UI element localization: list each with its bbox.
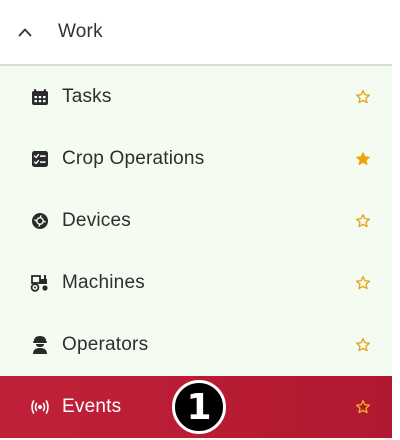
navigation-panel: Work Tasks Crop Operations Devices Machi…	[0, 0, 392, 440]
checklist-icon	[30, 149, 50, 169]
menu-item-label: Events	[62, 396, 122, 417]
menu-item-label: Tasks	[62, 86, 112, 107]
menu-item-events[interactable]: Events 1	[0, 376, 392, 438]
star-outline-icon[interactable]	[355, 275, 371, 291]
menu-item-label: Devices	[62, 210, 131, 231]
device-icon	[30, 211, 50, 231]
star-filled-icon[interactable]	[355, 151, 371, 167]
menu-item-machines[interactable]: Machines	[0, 252, 392, 314]
broadcast-icon	[30, 397, 50, 417]
chevron-up-icon	[18, 25, 32, 39]
operator-icon	[30, 335, 50, 355]
annotation-number-badge: 1	[172, 380, 226, 434]
menu-item-tasks[interactable]: Tasks	[0, 66, 392, 128]
section-header-work[interactable]: Work	[0, 0, 392, 64]
menu-item-devices[interactable]: Devices	[0, 190, 392, 252]
menu-item-label: Crop Operations	[62, 148, 205, 169]
menu-item-label: Machines	[62, 272, 145, 293]
menu-list: Tasks Crop Operations Devices Machines O…	[0, 66, 392, 440]
star-outline-icon[interactable]	[355, 399, 371, 415]
section-title: Work	[58, 21, 103, 42]
menu-item-crop-operations[interactable]: Crop Operations	[0, 128, 392, 190]
tractor-icon	[30, 273, 50, 293]
menu-item-label: Operators	[62, 334, 149, 355]
calendar-icon	[30, 87, 50, 107]
star-outline-icon[interactable]	[355, 337, 371, 353]
menu-item-operators[interactable]: Operators	[0, 314, 392, 376]
star-outline-icon[interactable]	[355, 213, 371, 229]
panel-edge	[392, 0, 400, 440]
star-outline-icon[interactable]	[355, 89, 371, 105]
